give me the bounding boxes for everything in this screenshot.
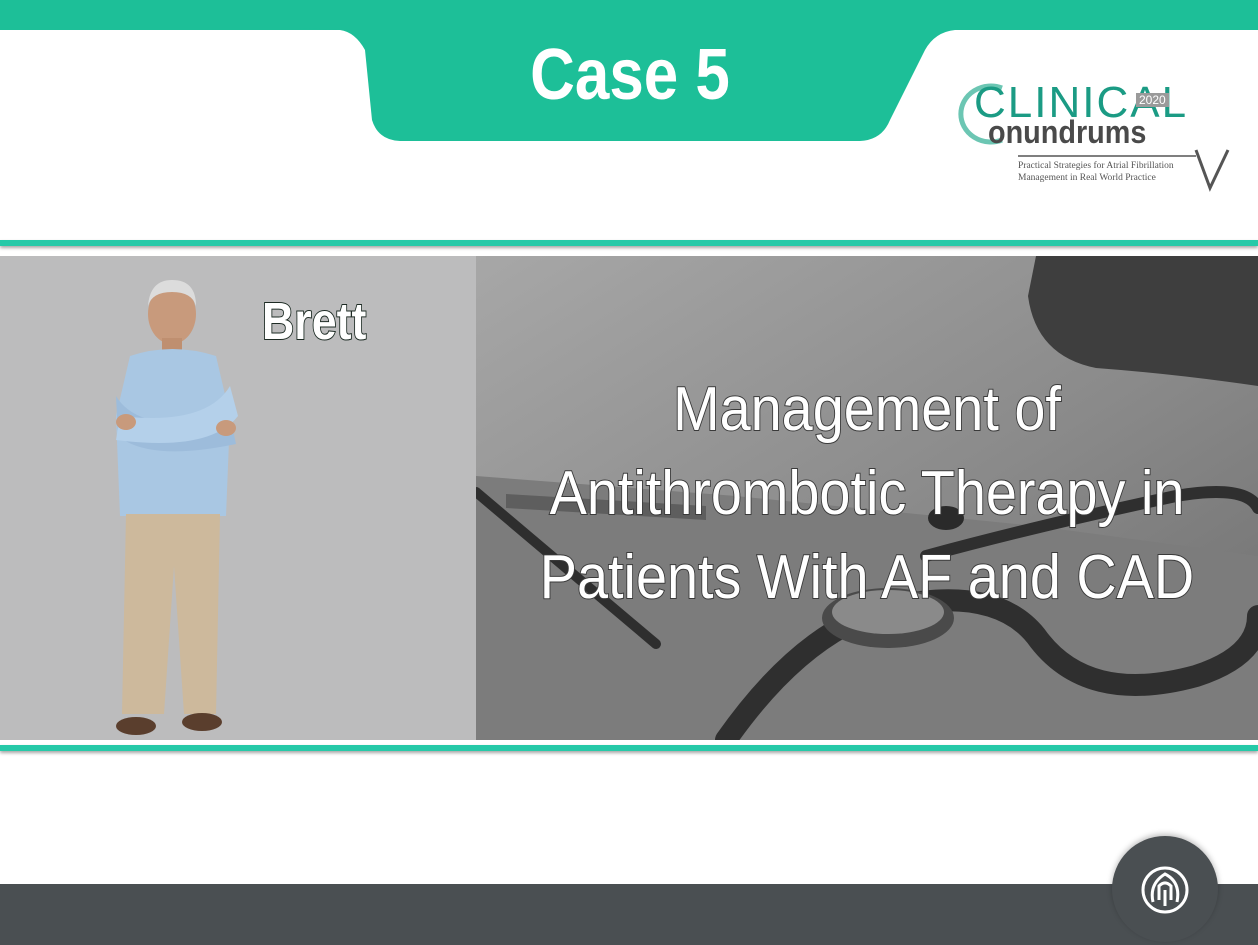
- logo-year-badge: 2020: [1136, 93, 1169, 107]
- logo-tagline: Practical Strategies for Atrial Fibrilla…: [1018, 160, 1174, 184]
- brand-emblem-icon: [1141, 866, 1189, 914]
- accent-divider-bottom: [0, 745, 1258, 751]
- topic-title-line-3: Patients With AF and CAD: [539, 542, 1195, 613]
- patient-panel: Brett: [0, 256, 476, 740]
- accent-divider-top: [0, 240, 1258, 246]
- logo-conundrums-text: onundrums: [988, 114, 1147, 150]
- topic-title: Management of Antithrombotic Therapy in …: [515, 368, 1219, 620]
- case-title: Case 5: [530, 35, 730, 115]
- footer-bar: [0, 884, 1258, 945]
- slide: Case 5 CLINICAL 2020 onundrums Practical…: [0, 0, 1258, 945]
- logo-tagline-line2: Management in Real World Practice: [1018, 173, 1156, 183]
- patient-name: Brett: [261, 292, 367, 352]
- topic-panel: Management of Antithrombotic Therapy in …: [476, 256, 1258, 740]
- footer-badge: [1112, 836, 1218, 942]
- topic-title-line-2: Antithrombotic Therapy in: [549, 458, 1186, 529]
- topic-title-line-1: Management of: [672, 374, 1062, 445]
- logo-tagline-line1: Practical Strategies for Atrial Fibrilla…: [1018, 161, 1174, 171]
- clinical-conundrums-logo: CLINICAL 2020 onundrums Practical Strate…: [944, 78, 1234, 196]
- patient-photo: [116, 280, 238, 735]
